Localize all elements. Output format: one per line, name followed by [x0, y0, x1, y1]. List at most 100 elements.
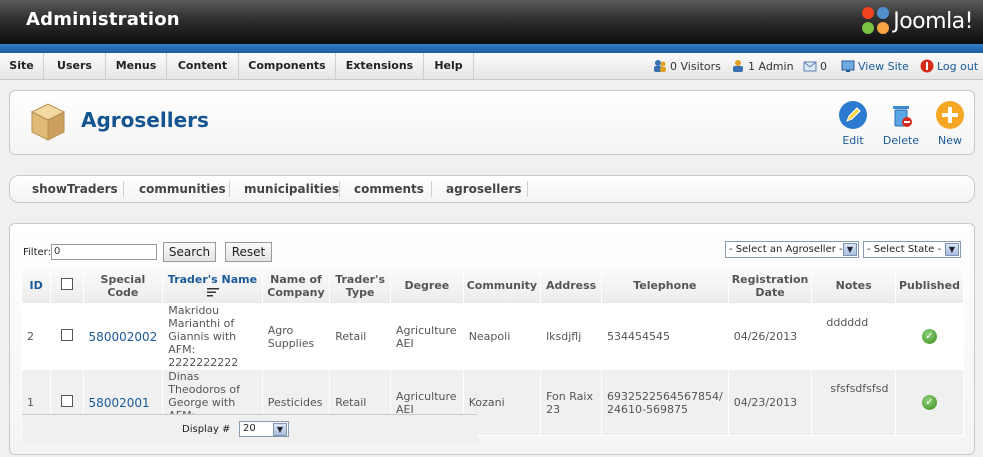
users-icon — [654, 60, 666, 72]
check-circle-icon[interactable]: ✓ — [921, 329, 937, 344]
admins-count: 1 Admin — [748, 59, 794, 73]
column-traders-name[interactable]: Trader's Name — [163, 268, 262, 303]
submenu-divider — [527, 181, 528, 197]
column-select-all[interactable] — [51, 268, 83, 303]
row-traders-name: Makridou Marianthi of Giannis with AFM: … — [163, 304, 262, 369]
main-menu-bar: Site Users Menus Content Components Exte… — [0, 53, 983, 80]
column-id[interactable]: ID — [22, 268, 51, 303]
check-circle-icon[interactable]: ✓ — [921, 395, 937, 410]
table-row: 2 580002002 Makridou Marianthi of Gianni… — [22, 304, 963, 369]
row-id: 2 — [22, 304, 51, 369]
joomla-logo-icon — [862, 7, 890, 35]
header-accent-bar — [0, 44, 983, 53]
plus-icon — [936, 101, 964, 129]
chevron-down-icon: ▼ — [843, 243, 857, 256]
menu-content[interactable]: Content — [167, 53, 239, 79]
new-button[interactable]: New — [930, 100, 970, 147]
menu-extensions[interactable]: Extensions — [336, 53, 424, 79]
row-checkbox[interactable] — [60, 395, 73, 407]
row-notes: sfsfsdfsfsd — [812, 370, 895, 435]
monitor-icon — [841, 60, 855, 72]
row-company: Agro Supplies — [262, 304, 330, 369]
visitors-status: 0 Visitors — [653, 59, 721, 73]
delete-button[interactable]: Delete — [881, 100, 921, 147]
column-special-code[interactable]: Special Code — [83, 268, 163, 303]
column-degree[interactable]: Degree — [391, 268, 463, 303]
submenu-municipalities[interactable]: municipalities — [244, 182, 339, 196]
agroseller-select[interactable]: - Select an Agroseller - ▼ — [725, 241, 859, 258]
state-select-value: - Select State - — [867, 244, 942, 255]
row-degree: Agriculture AEI — [391, 304, 463, 369]
column-telephone[interactable]: Telephone — [602, 268, 728, 303]
submenu-comments[interactable]: comments — [354, 182, 424, 196]
trash-icon — [893, 106, 912, 127]
traders-table: ID Special Code Trader's Name Name of Co… — [21, 267, 964, 436]
column-notes[interactable]: Notes — [812, 268, 895, 303]
logout-icon — [920, 59, 934, 73]
main-content-box: Filter: 0 Search Reset - Select an Agros… — [9, 223, 975, 455]
special-code-link[interactable]: 580002002 — [89, 330, 158, 344]
row-published-cell: ✓ — [895, 304, 963, 369]
row-checkbox[interactable] — [60, 329, 73, 341]
search-button[interactable]: Search — [163, 242, 216, 262]
submenu-communities[interactable]: communities — [139, 182, 226, 196]
submenu-divider — [229, 181, 230, 197]
submenu-bar: showTraders communities municipalities c… — [9, 175, 975, 203]
state-select[interactable]: - Select State - ▼ — [863, 241, 961, 258]
row-notes: dddddd — [812, 304, 895, 369]
messages-status[interactable]: 0 — [803, 59, 827, 73]
row-checkbox-cell — [51, 304, 83, 369]
new-label: New — [938, 134, 962, 147]
menu-menus[interactable]: Menus — [106, 53, 167, 79]
submenu-agrosellers[interactable]: agrosellers — [446, 182, 522, 196]
agroseller-select-value: - Select an Agroseller - — [729, 244, 843, 255]
submenu-divider — [123, 181, 124, 197]
messages-count: 0 — [820, 59, 827, 73]
select-all-checkbox[interactable] — [60, 278, 73, 290]
admins-status: 1 Admin — [731, 59, 794, 73]
column-address[interactable]: Address — [541, 268, 602, 303]
filter-input[interactable]: 0 — [51, 244, 157, 260]
chevron-down-icon: ▼ — [273, 423, 287, 436]
column-company[interactable]: Name of Company — [262, 268, 330, 303]
chevron-down-icon: ▼ — [945, 243, 959, 256]
page-title: Agrosellers — [81, 108, 209, 132]
admin-icon — [733, 60, 743, 72]
display-count-label: Display # — [182, 424, 231, 435]
logo-text: Joomla! — [893, 8, 973, 34]
column-community[interactable]: Community — [463, 268, 541, 303]
edit-button[interactable]: Edit — [833, 100, 873, 147]
row-type: Retail — [330, 304, 391, 369]
delete-label: Delete — [882, 134, 920, 147]
row-telephone: 6932522564567854/ 24610-569875 — [602, 370, 728, 435]
submenu-showtraders[interactable]: showTraders — [32, 182, 118, 196]
sort-icon — [206, 288, 219, 297]
pencil-icon — [839, 101, 867, 129]
menu-site[interactable]: Site — [0, 53, 44, 79]
column-published[interactable]: Published — [895, 268, 963, 303]
id-sort-link[interactable]: ID — [30, 279, 43, 292]
edit-label: Edit — [842, 134, 864, 147]
view-site-label: View Site — [858, 59, 909, 73]
logout-link[interactable]: Log out — [920, 59, 978, 73]
row-address: Fon Raix 23 — [541, 370, 602, 435]
display-count-value: 20 — [243, 423, 256, 434]
view-site-link[interactable]: View Site — [841, 59, 909, 73]
column-registration-date[interactable]: Registration Date — [728, 268, 812, 303]
traders-name-sort-link[interactable]: Trader's Name — [168, 273, 257, 286]
row-community: Neapoli — [463, 304, 541, 369]
mail-icon — [803, 61, 817, 72]
menu-help[interactable]: Help — [424, 53, 474, 79]
menu-users[interactable]: Users — [44, 53, 106, 79]
visitors-count: 0 Visitors — [670, 59, 721, 73]
joomla-logo[interactable]: Joomla! — [862, 6, 973, 36]
admin-header: Administration Joomla! — [0, 0, 983, 44]
reset-button[interactable]: Reset — [225, 242, 272, 262]
display-count-select[interactable]: 20 ▼ — [239, 421, 289, 437]
logout-label: Log out — [937, 59, 979, 73]
menu-components[interactable]: Components — [239, 53, 336, 79]
row-address: lksdjflj — [541, 304, 602, 369]
row-registration-date: 04/23/2013 — [728, 370, 812, 435]
special-code-link[interactable]: 58002001 — [89, 396, 150, 410]
column-type[interactable]: Trader's Type — [330, 268, 391, 303]
